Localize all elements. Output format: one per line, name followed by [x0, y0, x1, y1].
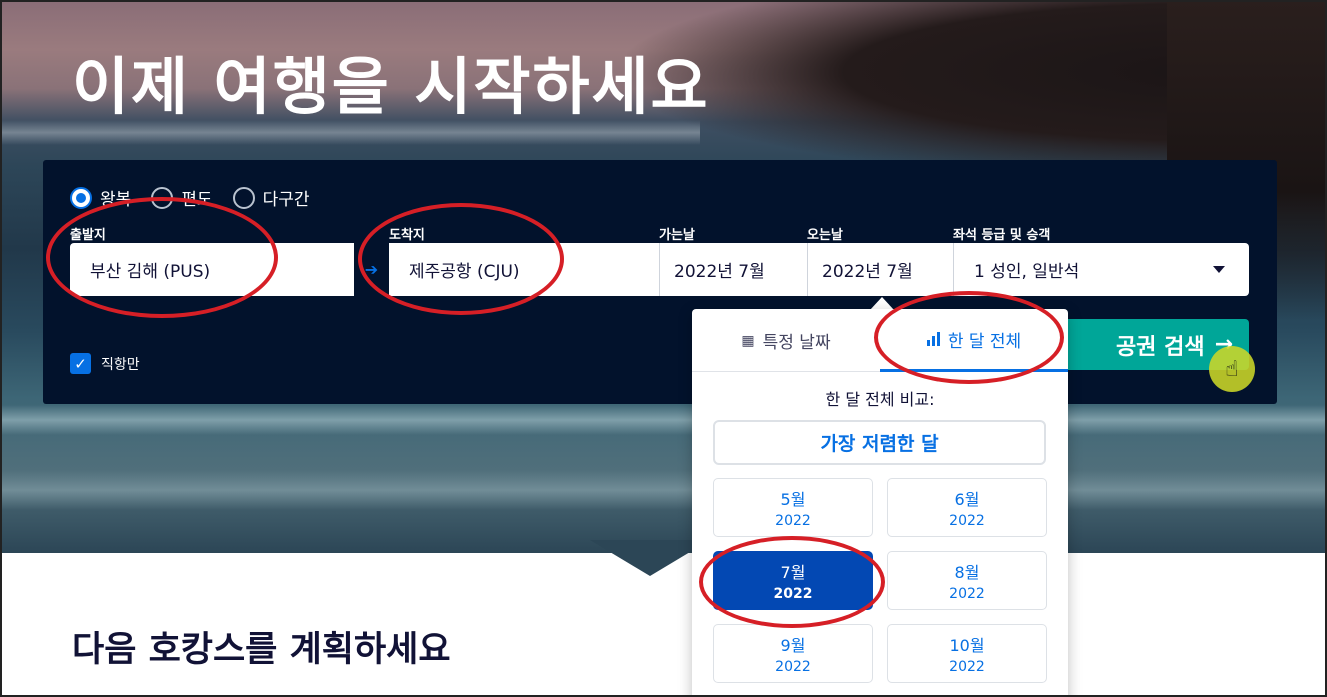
year-label: 2022 [949, 586, 985, 602]
hero-title: 이제 여행을 시작하세요 [72, 50, 710, 123]
radio-checked-icon [70, 186, 92, 209]
return-value: 2022년 7월 [822, 262, 913, 282]
month-option-september[interactable]: 9월 2022 [713, 624, 873, 683]
wave-highlight [0, 470, 1327, 510]
month-label: 10월 [949, 636, 985, 655]
direct-only-label: 직항만 [101, 356, 140, 373]
month-label: 9월 [780, 636, 806, 655]
radio-multi-city[interactable]: 다구간 [232, 185, 310, 210]
return-date-field[interactable]: 2022년 7월 [807, 243, 953, 296]
month-label: 5월 [780, 490, 806, 509]
month-label: 8월 [954, 563, 980, 582]
cabin-label: 좌석 등급 및 승객 [953, 228, 1051, 243]
month-option-june[interactable]: 6월 2022 [887, 478, 1047, 537]
depart-label: 가는날 [659, 228, 695, 243]
year-label: 2022 [949, 513, 985, 529]
radio-unchecked-icon [232, 186, 255, 209]
cheapest-month-button[interactable]: 가장 저렴한 달 [713, 420, 1046, 465]
month-label: 6월 [954, 490, 980, 509]
calendar-icon: ▦ [741, 332, 755, 349]
radio-label: 다구간 [262, 190, 310, 210]
return-label: 오는날 [807, 228, 843, 243]
annotation-circle-origin [46, 197, 278, 318]
wave-highlight [0, 405, 1327, 435]
annotation-circle-month-tab [874, 291, 1064, 384]
annotation-circle-destination [358, 203, 564, 315]
depart-date-field[interactable]: 2022년 7월 [659, 243, 807, 296]
tab-label: 특정 날짜 [762, 333, 831, 353]
direct-only-checkbox[interactable]: ✓ 직항만 [70, 353, 140, 374]
checkmark-icon: ✓ [70, 353, 91, 374]
cabin-value: 1 성인, 일반석 [974, 262, 1080, 282]
month-option-august[interactable]: 8월 2022 [887, 551, 1047, 610]
search-button-label: 공권 검색 [1115, 334, 1205, 360]
compare-label: 한 달 전체 비교: [825, 390, 935, 409]
depart-value: 2022년 7월 [674, 262, 765, 282]
tab-specific-date[interactable]: ▦ 특정 날짜 [692, 309, 880, 372]
month-option-may[interactable]: 5월 2022 [713, 478, 873, 537]
month-option-october[interactable]: 10월 2022 [887, 624, 1047, 683]
year-label: 2022 [775, 659, 811, 675]
hand-cursor-icon: ☝ [1209, 346, 1255, 392]
year-label: 2022 [775, 513, 811, 529]
next-section-title: 다음 호캉스를 계획하세요 [72, 630, 451, 670]
annotation-circle-july [699, 536, 885, 628]
chevron-down-icon [1213, 266, 1225, 273]
year-label: 2022 [949, 659, 985, 675]
cabin-passenger-select[interactable]: 1 성인, 일반석 [953, 243, 1249, 296]
